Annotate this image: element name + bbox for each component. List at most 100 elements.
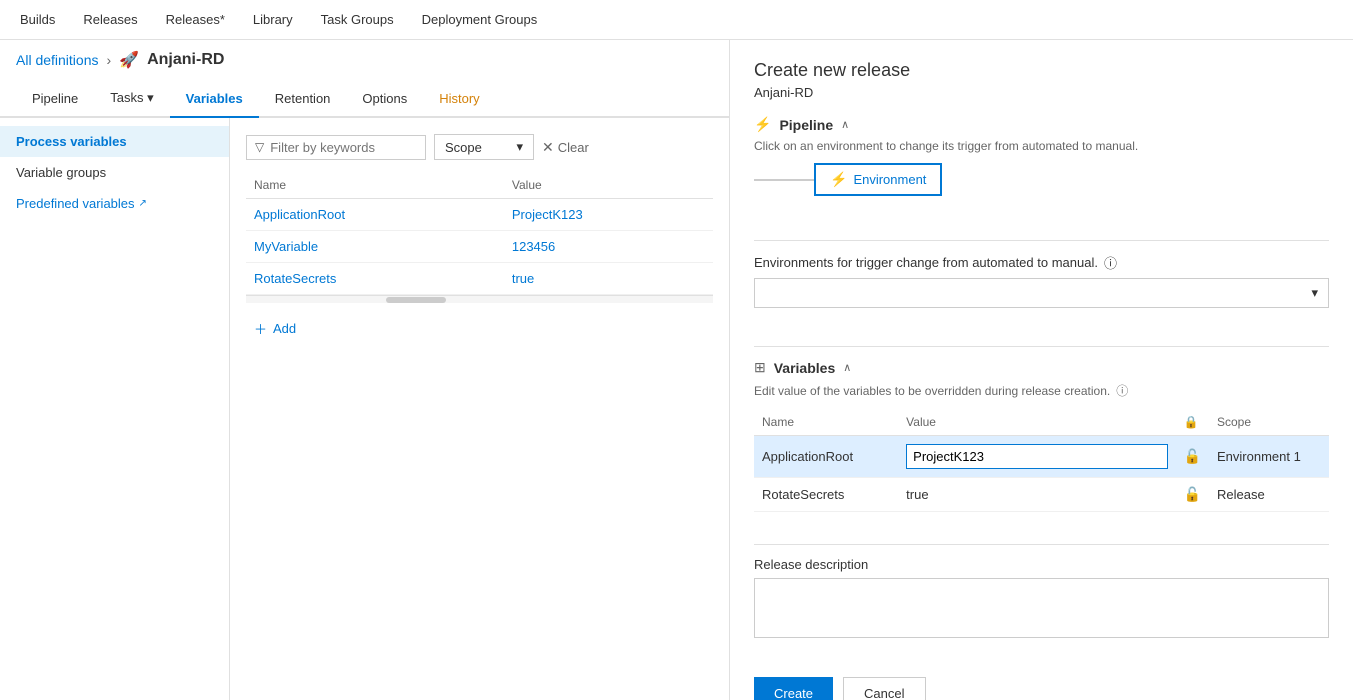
- section-divider-3: [754, 544, 1329, 545]
- pipeline-section-header: ⚡ Pipeline ∧: [754, 116, 1329, 133]
- left-panel: All definitions › 🚀 Anjani-RD Pipeline T…: [0, 40, 730, 700]
- plus-icon: ＋: [254, 319, 267, 338]
- sidebar-link-predefined-variables[interactable]: Predefined variables ↗: [0, 188, 229, 219]
- filter-input[interactable]: [270, 140, 410, 155]
- nav-deployment-groups[interactable]: Deployment Groups: [418, 12, 542, 27]
- override-value-input[interactable]: [906, 444, 1167, 469]
- table-row: ApplicationRoot 🔓 Environment 1: [754, 436, 1329, 478]
- pipeline-chevron-icon[interactable]: ∧: [841, 118, 849, 131]
- lock-icon: 🔓: [1184, 486, 1201, 502]
- tab-retention[interactable]: Retention: [259, 81, 347, 118]
- breadcrumb-separator: ›: [107, 52, 112, 68]
- environment-label: Environment: [853, 172, 926, 187]
- release-description-textarea[interactable]: [754, 578, 1329, 638]
- tab-pipeline[interactable]: Pipeline: [16, 81, 94, 118]
- close-icon: ✕: [542, 139, 554, 156]
- panel-title: Create new release: [754, 60, 1329, 81]
- section-divider-1: [754, 240, 1329, 241]
- tab-options[interactable]: Options: [346, 81, 423, 118]
- tab-variables[interactable]: Variables: [170, 81, 259, 118]
- trigger-dropdown[interactable]: ▾: [754, 278, 1329, 308]
- breadcrumb-current-page: Anjani-RD: [147, 51, 224, 69]
- lock-cell: 🔓: [1176, 436, 1209, 478]
- scroll-thumb[interactable]: [386, 297, 446, 303]
- top-navigation: Builds Releases Releases* Library Task G…: [0, 0, 1353, 40]
- variables-override-section: ⊞ Variables ∧ Edit value of the variable…: [754, 359, 1329, 512]
- add-variable-button[interactable]: ＋ Add: [246, 311, 713, 346]
- override-col-name: Name: [754, 409, 898, 436]
- tab-tasks[interactable]: Tasks ▾: [94, 80, 169, 118]
- sidebar: Process variables Variable groups Predef…: [0, 118, 230, 700]
- override-name-cell: RotateSecrets: [754, 478, 898, 512]
- scope-label: Scope: [445, 140, 482, 155]
- var-value-cell: ProjectK123: [512, 207, 583, 222]
- nav-releases[interactable]: Releases: [79, 12, 141, 27]
- table-row: RotateSecrets true: [246, 263, 713, 295]
- variables-section-desc: Edit value of the variables to be overri…: [754, 384, 1110, 398]
- clear-button[interactable]: ✕ Clear: [542, 139, 589, 156]
- right-panel: Create new release Anjani-RD ⚡ Pipeline …: [730, 40, 1353, 700]
- clear-label: Clear: [558, 140, 589, 155]
- external-link-icon: ↗: [139, 198, 147, 209]
- table-row: RotateSecrets true 🔓 Release: [754, 478, 1329, 512]
- sidebar-item-variable-groups[interactable]: Variable groups: [0, 157, 229, 188]
- nav-releases-star[interactable]: Releases*: [162, 12, 229, 27]
- tab-history[interactable]: History: [423, 81, 495, 118]
- sidebar-item-process-variables[interactable]: Process variables: [0, 126, 229, 157]
- sidebar-link-label: Predefined variables: [16, 196, 135, 211]
- sub-navigation: Pipeline Tasks ▾ Variables Retention Opt…: [0, 80, 729, 118]
- nav-library[interactable]: Library: [249, 12, 297, 27]
- var-name-cell[interactable]: RotateSecrets: [254, 271, 336, 286]
- lock-cell: 🔓: [1176, 478, 1209, 512]
- var-value-cell: 123456: [512, 239, 555, 254]
- scope-value: Environment 1: [1217, 449, 1301, 464]
- nav-builds[interactable]: Builds: [16, 12, 59, 27]
- add-label: Add: [273, 321, 296, 336]
- horizontal-scrollbar[interactable]: [246, 295, 713, 303]
- table-row: MyVariable 123456: [246, 231, 713, 263]
- variables-section-header: ⊞ Variables ∧: [754, 359, 1329, 376]
- override-value-cell[interactable]: [898, 436, 1175, 478]
- chevron-down-icon: ▾: [516, 139, 523, 155]
- environment-button[interactable]: ⚡ Environment: [814, 163, 942, 196]
- scope-cell: Environment 1: [1209, 436, 1329, 478]
- scope-dropdown[interactable]: Scope ▾: [434, 134, 534, 160]
- variables-toolbar: ▽ Scope ▾ ✕ Clear: [246, 134, 713, 160]
- filter-input-wrapper: ▽: [246, 135, 426, 160]
- pipeline-section: ⚡ Pipeline ∧ Click on an environment to …: [754, 116, 1329, 208]
- override-value-cell: true: [898, 478, 1175, 512]
- cancel-button[interactable]: Cancel: [843, 677, 925, 700]
- trigger-info-icon: ⓘ: [1104, 253, 1117, 272]
- lightning-icon: ⚡: [754, 116, 771, 133]
- breadcrumb-all-definitions[interactable]: All definitions: [16, 52, 99, 68]
- var-name-cell[interactable]: ApplicationRoot: [254, 207, 345, 222]
- create-button[interactable]: Create: [754, 677, 833, 700]
- chevron-down-icon: ▾: [1311, 285, 1318, 301]
- release-description-section: Release description: [754, 557, 1329, 641]
- override-col-value: Value: [898, 409, 1175, 436]
- pipeline-connector: [754, 179, 814, 181]
- panel-subtitle: Anjani-RD: [754, 85, 1329, 100]
- var-name-cell[interactable]: MyVariable: [254, 239, 318, 254]
- col-header-name: Name: [246, 172, 504, 199]
- environment-icon: ⚡: [830, 171, 847, 188]
- main-layout: All definitions › 🚀 Anjani-RD Pipeline T…: [0, 40, 1353, 700]
- footer-buttons: Create Cancel: [754, 677, 1329, 700]
- variables-chevron-icon[interactable]: ∧: [843, 361, 851, 374]
- trigger-label-text: Environments for trigger change from aut…: [754, 255, 1098, 270]
- variables-override-table: Name Value 🔒 Scope ApplicationRoot 🔓 Env…: [754, 409, 1329, 512]
- pipeline-section-desc: Click on an environment to change its tr…: [754, 139, 1329, 153]
- pipeline-section-title: Pipeline: [779, 117, 833, 133]
- lock-icon: 🔓: [1184, 448, 1201, 464]
- col-header-value: Value: [504, 172, 713, 199]
- variables-section-title: Variables: [774, 360, 836, 376]
- variables-table: Name Value ApplicationRoot ProjectK123 M…: [246, 172, 713, 295]
- var-value-cell: true: [512, 271, 534, 286]
- section-divider-2: [754, 346, 1329, 347]
- scope-cell: Release: [1209, 478, 1329, 512]
- variables-info-icon: ⓘ: [1116, 382, 1128, 399]
- trigger-section: Environments for trigger change from aut…: [754, 253, 1329, 314]
- content-area: Process variables Variable groups Predef…: [0, 118, 729, 700]
- table-row: ApplicationRoot ProjectK123: [246, 199, 713, 231]
- nav-task-groups[interactable]: Task Groups: [317, 12, 398, 27]
